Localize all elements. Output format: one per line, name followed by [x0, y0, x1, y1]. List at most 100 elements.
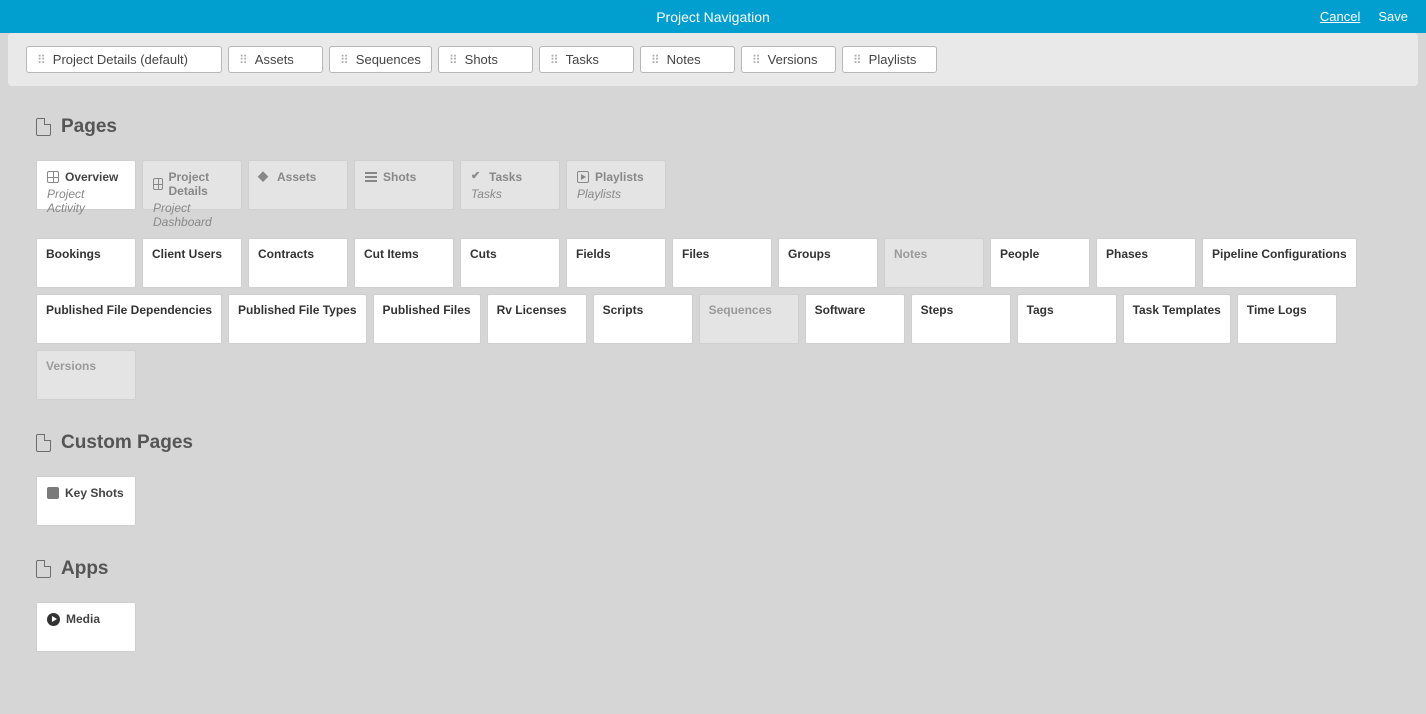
- card-title: Playlists: [595, 170, 644, 184]
- tile-software[interactable]: Software: [805, 294, 905, 344]
- nav-tab-shots[interactable]: Shots: [438, 46, 533, 73]
- tile-files[interactable]: Files: [672, 238, 772, 288]
- section-header-custom: Custom Pages: [36, 432, 1390, 454]
- content-area: Pages OverviewProject ActivityProject De…: [0, 86, 1426, 714]
- card-title: Assets: [277, 170, 316, 184]
- nav-tab-label: Notes: [667, 52, 701, 67]
- drag-handle-icon[interactable]: [853, 53, 862, 67]
- tile-steps[interactable]: Steps: [911, 294, 1011, 344]
- tile-bookings[interactable]: Bookings: [36, 238, 136, 288]
- page-icon: [36, 434, 51, 452]
- section-apps: Apps Media: [36, 558, 1390, 652]
- nav-tabs-strip: Project Details (default) Assets Sequences…: [8, 33, 1418, 86]
- page-card-assets[interactable]: Assets: [248, 160, 348, 210]
- tile-phases[interactable]: Phases: [1096, 238, 1196, 288]
- page-icon: [36, 560, 51, 578]
- nav-tab-label: Playlists: [869, 52, 917, 67]
- section-header-pages: Pages: [36, 116, 1390, 138]
- nav-tab-label: Project Details (default): [53, 52, 188, 67]
- tile-time-logs[interactable]: Time Logs: [1237, 294, 1337, 344]
- play-circle-icon: [47, 613, 60, 626]
- check-icon: [471, 171, 483, 183]
- card-title: Key Shots: [65, 486, 124, 500]
- tile-task-templates[interactable]: Task Templates: [1123, 294, 1231, 344]
- card-subtitle: Playlists: [577, 187, 655, 201]
- pages-row-2: Published File DependenciesPublished Fil…: [36, 294, 1390, 400]
- card-subtitle: Project Dashboard: [153, 201, 231, 229]
- play-icon: [577, 171, 589, 183]
- featured-pages-row: OverviewProject ActivityProject DetailsP…: [36, 160, 1390, 210]
- nav-tab-tasks[interactable]: Tasks: [539, 46, 634, 73]
- nav-tab-assets[interactable]: Assets: [228, 46, 323, 73]
- pages-row-1: BookingsClient UsersContractsCut ItemsCu…: [36, 238, 1390, 288]
- card-title: Project Details: [169, 170, 232, 198]
- app-media[interactable]: Media: [36, 602, 136, 652]
- cube-icon: [259, 171, 271, 183]
- section-title-apps: Apps: [61, 558, 109, 580]
- page-card-overview[interactable]: OverviewProject Activity: [36, 160, 136, 210]
- tile-notes[interactable]: Notes: [884, 238, 984, 288]
- section-title-custom: Custom Pages: [61, 432, 193, 454]
- nav-tab-label: Versions: [768, 52, 818, 67]
- drag-handle-icon[interactable]: [340, 53, 349, 67]
- tile-cut-items[interactable]: Cut Items: [354, 238, 454, 288]
- section-pages: Pages OverviewProject ActivityProject De…: [36, 116, 1390, 400]
- apps-row: Media: [36, 602, 1390, 652]
- custom-pages-row: Key Shots: [36, 476, 1390, 526]
- page-card-playlists[interactable]: Playlists Playlists: [566, 160, 666, 210]
- section-header-apps: Apps: [36, 558, 1390, 580]
- nav-tab-label: Tasks: [566, 52, 599, 67]
- list-icon: [365, 172, 377, 183]
- custom-page-key-shots[interactable]: Key Shots: [36, 476, 136, 526]
- page-icon: [36, 118, 51, 136]
- grid-icon: [153, 178, 163, 190]
- card-title: Overview: [65, 170, 118, 184]
- nav-tab-label: Sequences: [356, 52, 421, 67]
- drag-handle-icon[interactable]: [752, 53, 761, 67]
- tile-published-files[interactable]: Published Files: [373, 294, 481, 344]
- grid-icon: [47, 171, 59, 183]
- cancel-button[interactable]: Cancel: [1320, 9, 1360, 24]
- drag-handle-icon[interactable]: [651, 53, 660, 67]
- dialog-header: Project Navigation Cancel Save: [0, 0, 1426, 33]
- dialog-title: Project Navigation: [656, 9, 770, 25]
- page-card-tasks[interactable]: Tasks Tasks: [460, 160, 560, 210]
- tile-tags[interactable]: Tags: [1017, 294, 1117, 344]
- nav-tab-sequences[interactable]: Sequences: [329, 46, 432, 73]
- tile-client-users[interactable]: Client Users: [142, 238, 242, 288]
- drag-handle-icon[interactable]: [239, 53, 248, 67]
- nav-tab-label: Shots: [465, 52, 498, 67]
- card-title: Media: [66, 612, 100, 626]
- tile-sequences[interactable]: Sequences: [699, 294, 799, 344]
- tile-contracts[interactable]: Contracts: [248, 238, 348, 288]
- tile-rv-licenses[interactable]: Rv Licenses: [487, 294, 587, 344]
- card-subtitle: Tasks: [471, 187, 549, 201]
- tile-fields[interactable]: Fields: [566, 238, 666, 288]
- tile-scripts[interactable]: Scripts: [593, 294, 693, 344]
- page-card-project-details[interactable]: Project DetailsProject Dashboard: [142, 160, 242, 210]
- nav-tab-label: Assets: [255, 52, 294, 67]
- tile-versions[interactable]: Versions: [36, 350, 136, 400]
- card-title: Shots: [383, 170, 416, 184]
- card-subtitle: Project Activity: [47, 187, 125, 215]
- nav-tab-versions[interactable]: Versions: [741, 46, 836, 73]
- section-custom-pages: Custom Pages Key Shots: [36, 432, 1390, 526]
- tile-pipeline-configurations[interactable]: Pipeline Configurations: [1202, 238, 1357, 288]
- page-card-shots[interactable]: Shots: [354, 160, 454, 210]
- save-button[interactable]: Save: [1378, 9, 1408, 24]
- tile-people[interactable]: People: [990, 238, 1090, 288]
- tile-published-file-types[interactable]: Published File Types: [228, 294, 366, 344]
- tile-cuts[interactable]: Cuts: [460, 238, 560, 288]
- drag-handle-icon[interactable]: [449, 53, 458, 67]
- nav-tab-playlists[interactable]: Playlists: [842, 46, 937, 73]
- nav-tab-notes[interactable]: Notes: [640, 46, 735, 73]
- tile-published-file-dependencies[interactable]: Published File Dependencies: [36, 294, 222, 344]
- drag-handle-icon[interactable]: [37, 53, 46, 67]
- card-title: Tasks: [489, 170, 522, 184]
- thumbnail-icon: [47, 487, 59, 499]
- drag-handle-icon[interactable]: [550, 53, 559, 67]
- header-actions: Cancel Save: [1320, 0, 1408, 33]
- section-title-pages: Pages: [61, 116, 117, 138]
- nav-tab-project-details-default[interactable]: Project Details (default): [26, 46, 222, 73]
- tile-groups[interactable]: Groups: [778, 238, 878, 288]
